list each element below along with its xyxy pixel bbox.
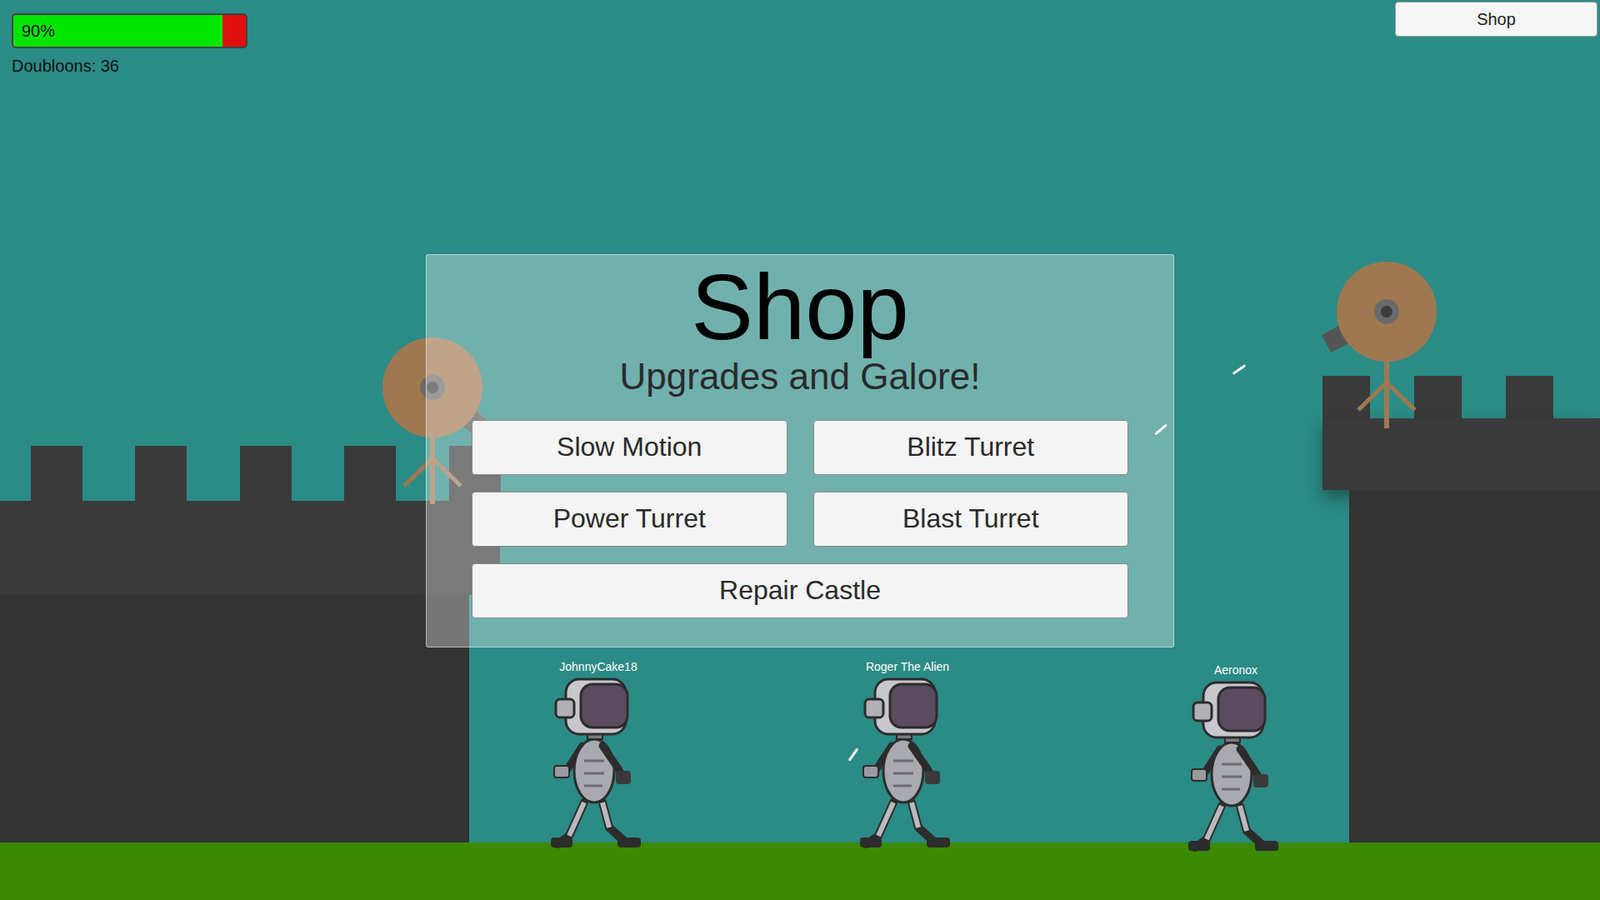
ground xyxy=(0,842,1600,900)
currency-counter: Doubloons: 36 xyxy=(11,56,248,76)
castle-merlon xyxy=(135,445,187,502)
enemy[interactable]: Roger The Alien xyxy=(824,659,991,853)
shop-title: Shop xyxy=(690,258,910,357)
health-bar: 90% xyxy=(11,13,248,49)
castle-merlon xyxy=(344,445,396,502)
enemy[interactable]: Aeronox xyxy=(1152,662,1320,856)
castle-merlon xyxy=(30,445,83,502)
projectile xyxy=(1232,364,1246,375)
shop-item-button[interactable]: Repair Castle xyxy=(471,563,1129,619)
enemy-castle-tower xyxy=(1349,490,1600,843)
enemy-name: Aeronox xyxy=(1212,662,1260,678)
enemy-name: JohnnyCake18 xyxy=(557,659,639,675)
shop-button[interactable]: Shop xyxy=(1395,1,1598,37)
hud: 90% Doubloons: 36 Shop xyxy=(0,0,1600,76)
projectile xyxy=(848,747,860,761)
shop-item-button[interactable]: Power Turret xyxy=(471,491,788,547)
shop-item-button[interactable]: Blast Turret xyxy=(813,491,1130,547)
robot-icon xyxy=(860,677,956,853)
game-scene: JohnnyCake18Roger The AlienAeronoxShopUp… xyxy=(0,0,1600,900)
shop-items: Slow Motion Blitz Turret Power Turret Blast… xyxy=(471,420,1129,619)
robot-icon xyxy=(1188,680,1285,856)
player-castle-wall xyxy=(0,500,500,595)
castle-merlon xyxy=(1505,375,1554,420)
shop-panel: ShopUpgrades and Galore! Slow Motion Blitz… xyxy=(425,254,1175,648)
castle-merlon xyxy=(1322,375,1370,420)
shop-subtitle: Upgrades and Galore! xyxy=(620,356,981,397)
enemy-castle-wall xyxy=(1322,418,1600,490)
shop-item-button[interactable]: Blitz Turret xyxy=(813,420,1130,475)
hud-stats: 90% Doubloons: 36 xyxy=(11,1,248,76)
health-reading: 90% xyxy=(21,21,55,41)
player-castle-tower xyxy=(0,595,470,843)
robot-icon xyxy=(550,677,647,853)
enemy-name: Roger The Alien xyxy=(864,659,951,675)
enemy-turret xyxy=(1303,228,1470,429)
castle-merlon xyxy=(240,445,292,502)
enemy[interactable]: JohnnyCake18 xyxy=(515,659,682,853)
shop-item-button[interactable]: Slow Motion xyxy=(471,420,788,475)
castle-merlon xyxy=(1414,375,1462,420)
